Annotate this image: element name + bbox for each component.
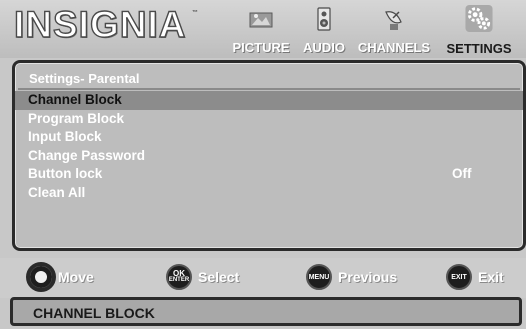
menu-item-button-lock[interactable]: Button lock Off xyxy=(15,165,523,184)
enter-button-text: ENTER xyxy=(168,277,190,283)
menu-item-label: Input Block xyxy=(28,129,102,144)
gears-icon xyxy=(465,4,493,33)
menu-item-clean-all[interactable]: Clean All xyxy=(15,184,523,203)
panel-title: Settings- Parental xyxy=(29,71,140,86)
tab-settings-label: SETTINGS xyxy=(446,41,512,56)
menu-button-icon: MENU xyxy=(306,264,332,290)
status-text: CHANNEL BLOCK xyxy=(33,305,155,321)
tab-channels-label: CHANNELS xyxy=(357,40,431,55)
menu-item-change-password[interactable]: Change Password xyxy=(15,147,523,166)
parental-menu: Channel Block Program Block Input Block … xyxy=(15,91,523,202)
settings-panel: Settings- Parental Channel Block Program… xyxy=(12,60,526,251)
select-label: Select xyxy=(198,269,240,285)
menu-item-label: Program Block xyxy=(28,110,125,126)
tab-picture[interactable]: PICTURE xyxy=(224,4,298,56)
exit-label: Exit xyxy=(478,269,504,285)
controls-hint-bar: Move OK ENTER Select MENU Previous EXIT … xyxy=(0,258,526,298)
tab-audio[interactable]: AUDIO xyxy=(296,4,352,56)
menu-item-input-block[interactable]: Input Block xyxy=(15,128,523,147)
previous-label: Previous xyxy=(338,269,398,285)
move-label: Move xyxy=(58,269,94,285)
button-lock-value: Off xyxy=(452,166,472,181)
tab-audio-label: AUDIO xyxy=(303,40,345,55)
title-divider xyxy=(18,88,520,90)
tab-settings[interactable]: SETTINGS xyxy=(436,4,522,56)
tab-picture-label: PICTURE xyxy=(232,40,290,55)
speaker-icon xyxy=(317,7,331,31)
menu-item-label: Clean All xyxy=(28,184,86,200)
menu-button-text: MENU xyxy=(308,273,330,281)
picture-icon xyxy=(249,12,273,28)
menu-tabs: PICTURE AUDIO CHANNELS SETTINGS xyxy=(0,0,526,58)
select-hint: OK ENTER Select xyxy=(166,262,239,292)
menu-item-label: Button lock xyxy=(28,166,103,181)
previous-hint: MENU Previous xyxy=(306,262,397,292)
exit-button-text: EXIT xyxy=(451,273,467,281)
ok-enter-button-icon: OK ENTER xyxy=(166,264,192,290)
ok-button-text: OK xyxy=(173,269,185,278)
move-hint: Move xyxy=(26,262,94,292)
dpad-icon xyxy=(26,262,56,292)
menu-item-label: Channel Block xyxy=(28,92,122,107)
menu-item-label: Change Password xyxy=(28,147,146,163)
tab-channels[interactable]: CHANNELS xyxy=(352,4,436,56)
menu-item-channel-block[interactable]: Channel Block xyxy=(15,91,523,110)
exit-hint: EXIT Exit xyxy=(446,262,504,292)
menu-item-program-block[interactable]: Program Block xyxy=(15,110,523,129)
header: INSIGNIA ™ PICTURE AUDIO CHANNELS SETTIN… xyxy=(0,0,526,58)
satellite-dish-icon xyxy=(385,11,402,30)
exit-button-icon: EXIT xyxy=(446,264,472,290)
status-bar: CHANNEL BLOCK xyxy=(10,297,522,326)
